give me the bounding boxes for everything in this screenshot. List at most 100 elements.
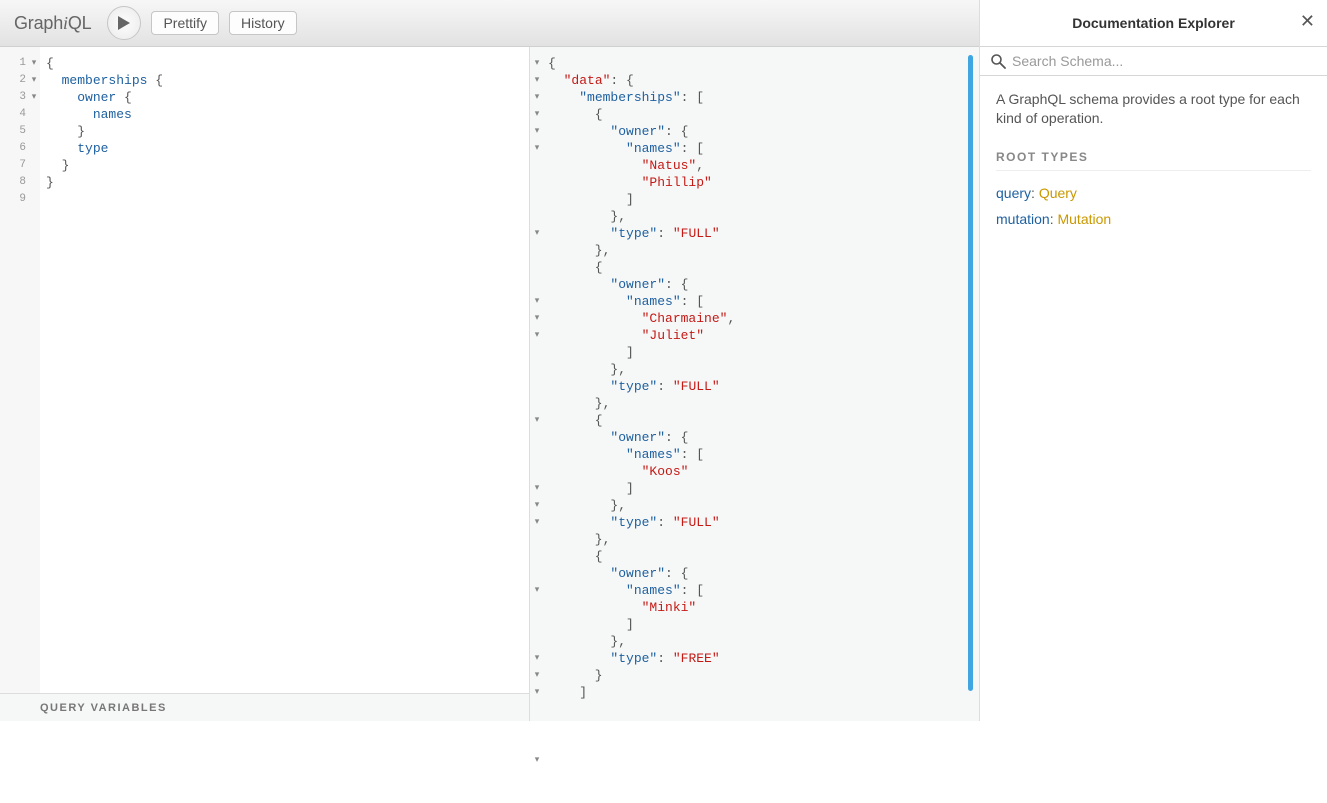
result-scrollbar[interactable] <box>968 55 973 691</box>
code-line: }, <box>548 531 979 548</box>
fold-marker[interactable]: ▾ <box>530 106 544 123</box>
query-code[interactable]: { memberships { owner { names } type }} <box>40 47 529 693</box>
fold-marker <box>530 259 544 276</box>
search-icon <box>990 53 1006 69</box>
fold-marker[interactable]: ▾ <box>530 497 544 514</box>
fold-marker <box>530 701 544 718</box>
line-number: 4 <box>6 106 26 123</box>
fold-marker[interactable]: ▾ <box>530 582 544 599</box>
fold-marker <box>530 463 544 480</box>
code-line: "data": { <box>548 72 979 89</box>
code-line: }, <box>548 208 979 225</box>
code-line[interactable]: } <box>46 123 529 140</box>
fold-marker <box>28 174 40 191</box>
fold-marker[interactable]: ▾ <box>530 293 544 310</box>
fold-marker[interactable]: ▾ <box>530 327 544 344</box>
fold-marker[interactable]: ▾ <box>28 89 40 106</box>
code-line[interactable]: owner { <box>46 89 529 106</box>
fold-marker <box>530 548 544 565</box>
fold-marker[interactable]: ▾ <box>530 650 544 667</box>
fold-marker[interactable]: ▾ <box>530 412 544 429</box>
code-line: { <box>548 259 979 276</box>
fold-marker <box>530 242 544 259</box>
fold-marker <box>530 769 544 786</box>
field-name: query <box>996 185 1031 201</box>
doc-header: Documentation Explorer ✕ <box>980 0 1327 47</box>
code-line: "Koos" <box>548 463 979 480</box>
fold-marker[interactable]: ▾ <box>530 667 544 684</box>
code-line[interactable]: names <box>46 106 529 123</box>
fold-marker[interactable]: ▾ <box>530 514 544 531</box>
code-line: "owner": { <box>548 565 979 582</box>
line-number: 5 <box>6 123 26 140</box>
fold-marker[interactable]: ▾ <box>530 123 544 140</box>
fold-marker <box>530 565 544 582</box>
code-line: ] <box>548 480 979 497</box>
code-line: }, <box>548 633 979 650</box>
play-icon <box>118 16 130 30</box>
line-number: 6 <box>6 140 26 157</box>
result-editor[interactable]: ▾▾▾▾▾▾▾▾▾▾▾▾▾▾▾▾▾▾▾ { "data": { "members… <box>530 47 979 721</box>
code-line: "type": "FULL" <box>548 225 979 242</box>
fold-marker[interactable]: ▾ <box>530 225 544 242</box>
fold-marker <box>530 599 544 616</box>
line-number: 8 <box>6 174 26 191</box>
code-line: "Charmaine", <box>548 310 979 327</box>
code-line[interactable]: } <box>46 157 529 174</box>
fold-marker[interactable]: ▾ <box>28 55 40 72</box>
code-line[interactable]: } <box>46 174 529 191</box>
query-editor[interactable]: 123456789 ▾▾▾ { memberships { owner { na… <box>0 47 529 693</box>
code-line: }, <box>548 395 979 412</box>
doc-search[interactable] <box>980 47 1327 76</box>
code-line[interactable]: memberships { <box>46 72 529 89</box>
field-type[interactable]: Query <box>1039 185 1077 201</box>
code-line: }, <box>548 242 979 259</box>
code-line: { <box>548 412 979 429</box>
code-line: "memberships": [ <box>548 89 979 106</box>
fold-marker[interactable]: ▾ <box>530 140 544 157</box>
code-line: }, <box>548 361 979 378</box>
code-line: { <box>548 548 979 565</box>
fold-marker[interactable]: ▾ <box>28 72 40 89</box>
colon: : <box>1031 185 1039 201</box>
fold-gutter[interactable]: ▾▾▾ <box>28 47 40 693</box>
fold-marker[interactable]: ▾ <box>530 310 544 327</box>
history-button[interactable]: History <box>229 11 297 35</box>
code-line[interactable]: type <box>46 140 529 157</box>
result-pane: ▾▾▾▾▾▾▾▾▾▾▾▾▾▾▾▾▾▾▾ { "data": { "members… <box>530 47 979 721</box>
fold-marker[interactable]: ▾ <box>530 684 544 701</box>
fold-marker[interactable]: ▾ <box>530 480 544 497</box>
fold-marker[interactable]: ▾ <box>530 55 544 72</box>
query-pane: 123456789 ▾▾▾ { memberships { owner { na… <box>0 47 530 721</box>
fold-marker[interactable]: ▾ <box>530 752 544 769</box>
doc-field-mutation[interactable]: mutation: Mutation <box>996 211 1311 227</box>
editors: 123456789 ▾▾▾ { memberships { owner { na… <box>0 47 979 721</box>
fold-marker <box>530 446 544 463</box>
fold-marker <box>530 531 544 548</box>
search-input[interactable] <box>1012 53 1317 69</box>
doc-field-query[interactable]: query: Query <box>996 185 1311 201</box>
close-icon[interactable]: ✕ <box>1300 12 1315 30</box>
code-line: "names": [ <box>548 140 979 157</box>
fold-marker <box>530 395 544 412</box>
fold-marker[interactable]: ▾ <box>530 72 544 89</box>
result-fold-gutter[interactable]: ▾▾▾▾▾▾▾▾▾▾▾▾▾▾▾▾▾▾▾ <box>530 47 544 721</box>
code-line: "Phillip" <box>548 174 979 191</box>
fold-marker <box>530 208 544 225</box>
line-number: 1 <box>6 55 26 72</box>
execute-button[interactable] <box>107 6 141 40</box>
line-number-gutter: 123456789 <box>0 47 28 693</box>
fold-marker <box>28 106 40 123</box>
fold-marker <box>530 191 544 208</box>
code-line[interactable]: { <box>46 55 529 72</box>
graphiql-logo: GraphiQL <box>8 13 97 34</box>
code-line: ] <box>548 616 979 633</box>
field-type[interactable]: Mutation <box>1057 211 1111 227</box>
fold-marker[interactable]: ▾ <box>530 89 544 106</box>
doc-title: Documentation Explorer <box>1072 15 1235 31</box>
fold-marker <box>530 157 544 174</box>
prettify-button[interactable]: Prettify <box>151 11 219 35</box>
code-line: "names": [ <box>548 293 979 310</box>
query-variables-header[interactable]: Query Variables <box>0 693 529 721</box>
fold-marker <box>530 735 544 752</box>
